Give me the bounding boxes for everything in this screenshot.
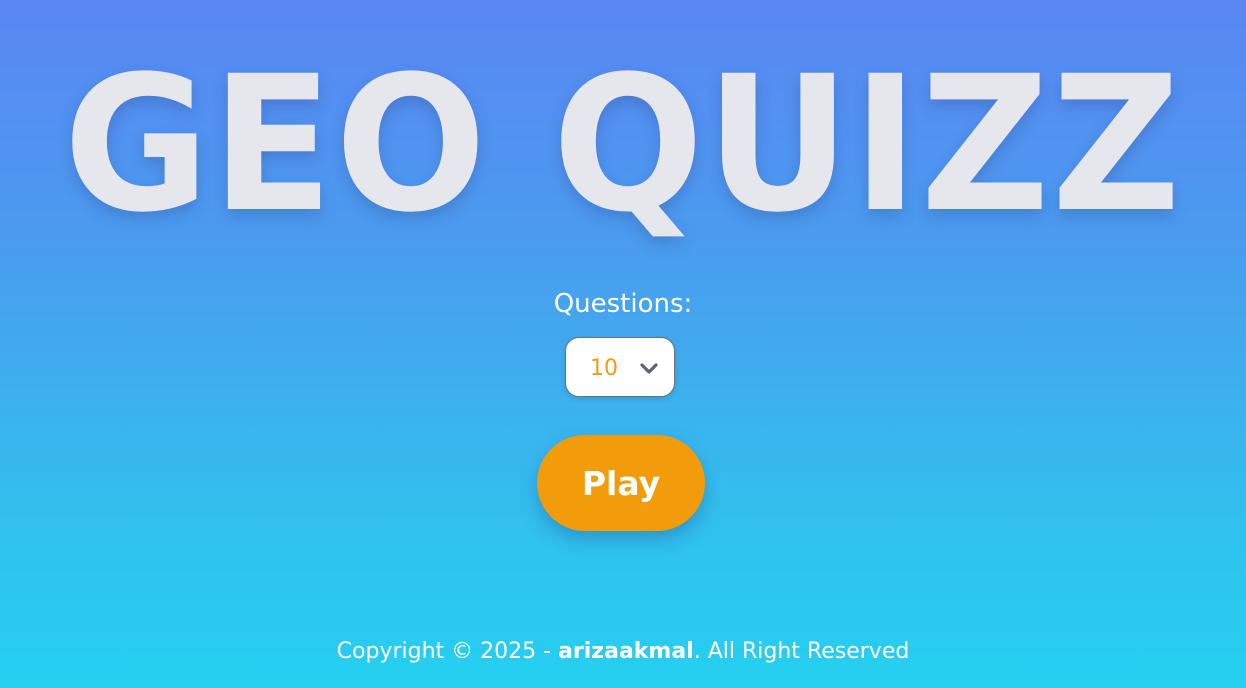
chevron-down-icon [640, 363, 658, 374]
app-title: GEO QUIZZ [63, 35, 1183, 254]
footer-copyright-prefix: Copyright © 2025 - [336, 639, 559, 664]
questions-label: Questions: [553, 289, 693, 319]
questions-count-value: 10 [590, 356, 618, 381]
footer-copyright: Copyright © 2025 - arizaakmal. All Right… [0, 636, 1246, 668]
footer-author-link[interactable]: arizaakmal [558, 639, 694, 664]
questions-count-select[interactable]: 10 [565, 337, 675, 397]
footer-copyright-suffix: . All Right Reserved [693, 639, 910, 664]
play-button[interactable]: Play [537, 435, 705, 531]
